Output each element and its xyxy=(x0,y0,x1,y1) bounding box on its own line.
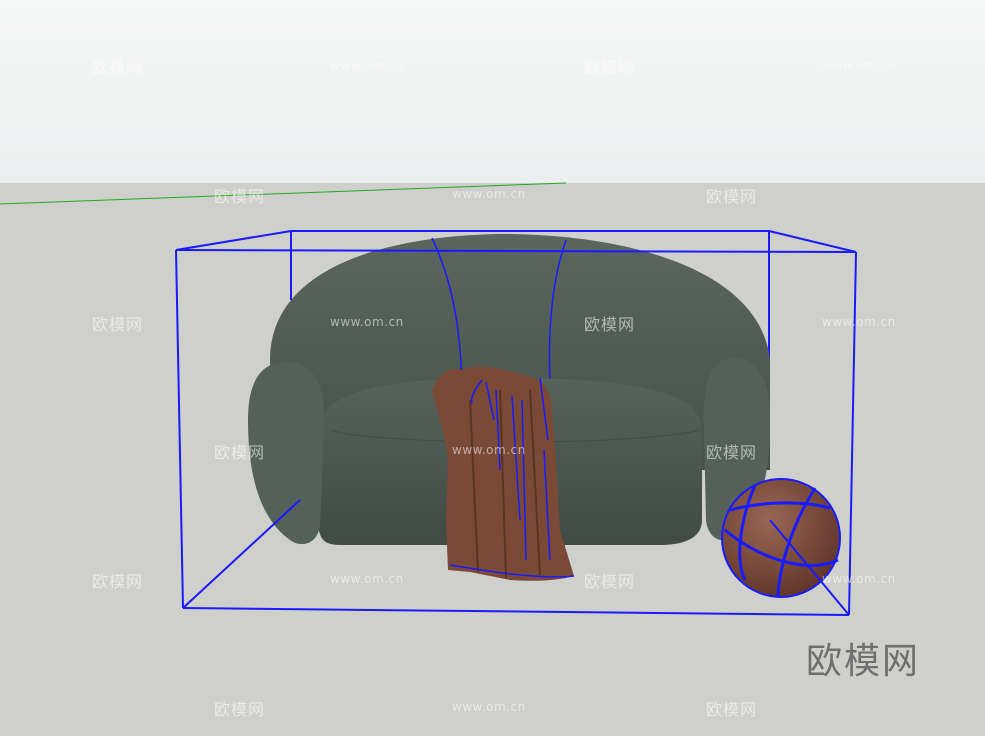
brand-watermark: 欧模网 xyxy=(806,641,921,682)
sky xyxy=(0,0,985,183)
leather-ball[interactable] xyxy=(721,478,841,598)
3d-viewport[interactable]: 欧模网 www.om.cn 欧模网 www.om.cn 欧模网 www.om.c… xyxy=(0,0,985,736)
scene-canvas[interactable] xyxy=(0,0,985,736)
